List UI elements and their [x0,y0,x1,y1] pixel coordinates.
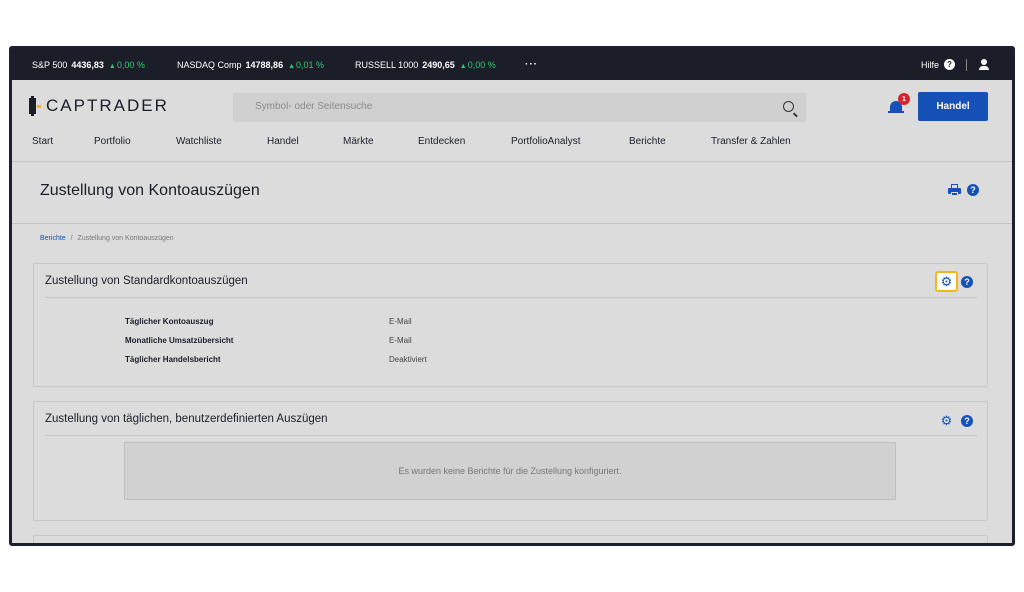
breadcrumb-current: Zustellung von Kontoauszügen [77,235,174,242]
statement-value: E-Mail [389,336,412,345]
statement-label: Täglicher Kontoauszug [125,317,214,326]
search-placeholder: Symbol- oder Seitensuche [255,101,373,112]
print-icon[interactable] [948,184,961,196]
statement-label: Monatliche Umsatzübersicht [125,336,234,345]
empty-message: Es wurden keine Berichte für die Zustell… [398,466,622,476]
gear-icon[interactable]: ⚙ [940,275,953,288]
nav-item-start[interactable]: Start [32,136,53,147]
statement-label: Täglicher Handelsbericht [125,355,221,364]
notifications-bell-icon[interactable]: 1 [888,93,910,115]
divider [45,435,977,436]
divider [45,297,977,298]
panel-help-icon[interactable]: ? [961,276,973,288]
logo-text: CAPTRADER [46,96,169,115]
main-nav: Start Portfolio Watchliste Handel Märkte… [12,136,1012,152]
help-icon: ? [944,59,955,70]
custom-statements-panel: Zustellung von täglichen, benutzerdefini… [33,401,988,521]
up-triangle-icon: ▲ [108,62,116,70]
statement-value: E-Mail [389,317,412,326]
ticker-item-sp500[interactable]: S&P 500 4436,83 ▲0,00 % [32,49,145,80]
panel-title: Zustellung von täglichen, benutzerdefini… [45,413,328,425]
panel-title: Zustellung von Standardkontoauszügen [45,275,248,287]
ticker-change: ▲0,00 % [459,59,496,70]
nav-item-handel[interactable]: Handel [267,136,299,147]
ticker-name: NASDAQ Comp [177,59,242,70]
trade-button[interactable]: Handel [918,92,988,121]
breadcrumb-separator: / [70,235,73,242]
next-panel [33,535,988,543]
search-icon[interactable] [783,101,794,112]
nav-item-watchliste[interactable]: Watchliste [176,136,222,147]
ticker-name: RUSSELL 1000 [355,59,419,70]
nav-item-portfolio[interactable]: Portfolio [94,136,131,147]
nav-item-berichte[interactable]: Berichte [629,136,666,147]
breadcrumb-link-berichte[interactable]: Berichte [40,235,66,242]
nav-item-maerkte[interactable]: Märkte [343,136,374,147]
gear-icon[interactable]: ⚙ [940,414,953,427]
captrader-logo[interactable]: CAPTRADER [29,96,169,116]
ticker-value: 2490,65 [422,59,455,70]
up-triangle-icon: ▲ [288,62,296,70]
market-ticker-bar: S&P 500 4436,83 ▲0,00 % NASDAQ Comp 1478… [12,49,1012,80]
breadcrumb: Berichte / Zustellung von Kontoauszügen [40,235,174,242]
ticker-change: ▲0,00 % [108,59,145,70]
nav-item-entdecken[interactable]: Entdecken [418,136,465,147]
up-triangle-icon: ▲ [459,62,467,70]
user-icon[interactable] [978,58,990,71]
logo-mark-icon [29,96,41,116]
help-label: Hilfe [920,59,939,70]
page-title-bar: Zustellung von Kontoauszügen ? [12,162,1012,224]
ticker-change: ▲0,01 % [288,59,325,70]
empty-state: Es wurden keine Berichte für die Zustell… [124,442,896,500]
divider [966,58,967,71]
ticker-more-button[interactable]: ··· [525,49,538,80]
statement-value: Deaktiviert [389,355,427,364]
standard-statements-panel: Zustellung von Standardkontoauszügen ⚙ ?… [33,263,988,387]
ticker-value: 4436,83 [71,59,104,70]
search-input[interactable]: Symbol- oder Seitensuche [233,93,806,122]
nav-item-transfer[interactable]: Transfer & Zahlen [711,136,791,147]
main-header: CAPTRADER Symbol- oder Seitensuche 1 Han… [12,80,1012,162]
page-title: Zustellung von Kontoauszügen [40,182,260,199]
panel-help-icon[interactable]: ? [961,415,973,427]
ticker-item-nasdaq[interactable]: NASDAQ Comp 14788,86 ▲0,01 % [177,49,324,80]
ticker-value: 14788,86 [245,59,284,70]
help-menu[interactable]: Hilfe ? [921,49,990,80]
page-help-icon[interactable]: ? [967,184,979,196]
ticker-name: S&P 500 [32,59,68,70]
nav-item-portfolioanalyst[interactable]: PortfolioAnalyst [511,136,580,147]
notification-badge: 1 [898,93,910,105]
app-window: S&P 500 4436,83 ▲0,00 % NASDAQ Comp 1478… [9,46,1015,546]
ticker-item-russell[interactable]: RUSSELL 1000 2490,65 ▲0,00 % [355,49,496,80]
